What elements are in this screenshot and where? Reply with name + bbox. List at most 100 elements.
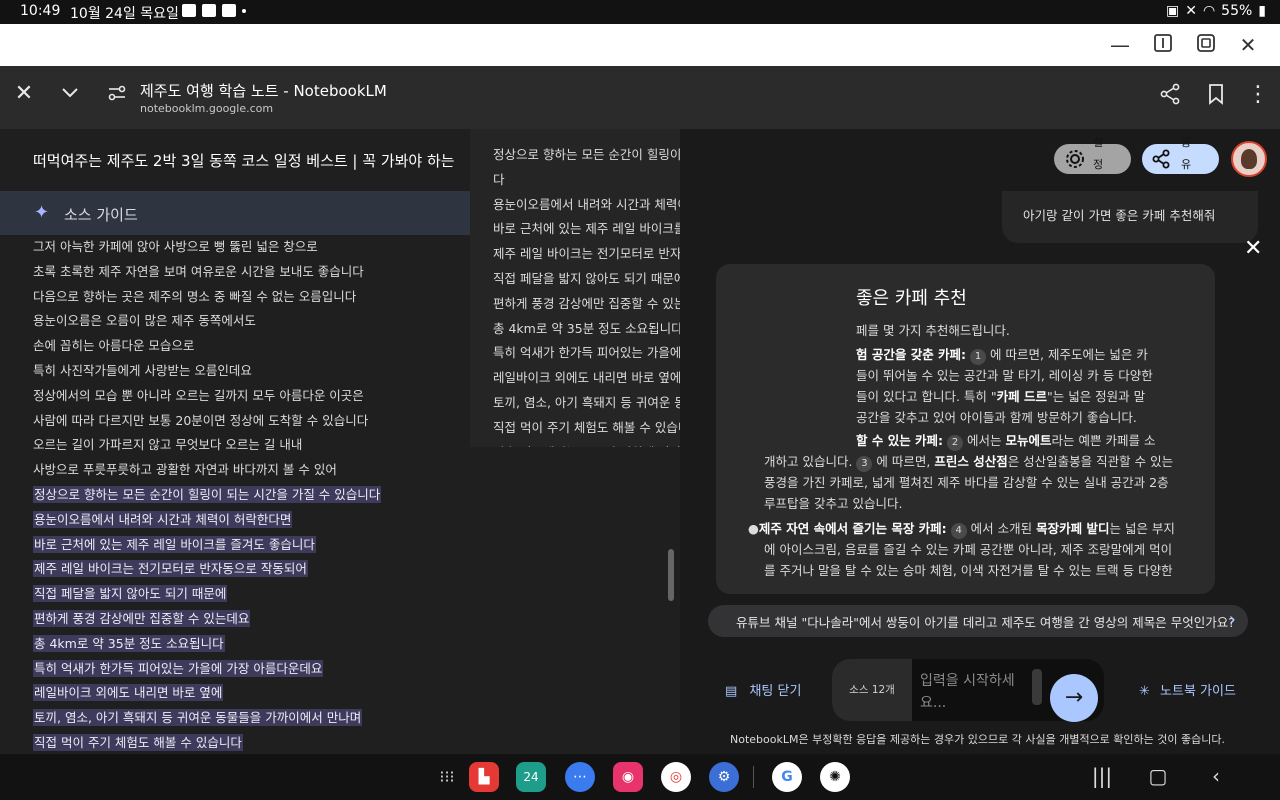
- send-button[interactable]: →: [1050, 674, 1098, 722]
- notebook-guide-button[interactable]: ✳ 노트북 가이드: [1139, 680, 1236, 699]
- site-settings-icon[interactable]: [103, 83, 131, 111]
- split-view-icon[interactable]: [1151, 33, 1175, 57]
- suggested-question[interactable]: 유튜브 채널 "다나솔라"에서 쌍둥이 아기를 데리고 제주도 여행을 간 영상…: [708, 605, 1248, 637]
- status-bar: 10:49 10월 24일 목요일 ▣ ✕ ◠ 55% ▮: [0, 0, 1280, 24]
- answer-bullet-3-line-2: 에 아이스크림, 음료를 즐길 수 있는 카페 공간뿐 아니라, 제주 조랑말에…: [764, 542, 1173, 557]
- source-line: 사방으로 푸릇푸릇하고 광활한 자연과 바다까지 볼 수 있어: [33, 458, 653, 483]
- answer-bullet-2-line-2: 개하고 있습니다. 3 에 따르면, 프린스 성산점은 성산일출봉을 직관할 수…: [764, 451, 1173, 472]
- source-line-text: 직접 먹이 주기 체험도 해볼 수 있습니다: [33, 733, 243, 751]
- source-line: 용눈이오름에서 내려와 시간과 체력이 허락한다면: [33, 508, 653, 533]
- avatar-image: [1241, 149, 1257, 169]
- bullet-3-text: 는 넓은 부지: [1109, 521, 1175, 536]
- source-count-badge[interactable]: 소스 12개: [832, 659, 912, 721]
- page-title: 제주도 여행 학습 노트 - NotebookLM: [140, 82, 387, 100]
- bullet-dot-icon: ●: [748, 521, 759, 536]
- flipboard-icon[interactable]: ▙: [469, 762, 499, 792]
- calendar-icon[interactable]: 24: [516, 762, 546, 792]
- close-citation-icon[interactable]: ✕: [1244, 236, 1262, 261]
- answer-bullet-3-line-3: 를 주거나 말을 탈 수 있는 승마 체험, 이색 자전거를 탈 수 있는 트랙…: [764, 563, 1173, 578]
- more-notifications-icon: [242, 8, 246, 13]
- answer-bullet-1-line-1: 험 공간을 갖춘 카페: 1 에 따르면, 제주도에는 넓은 카: [856, 344, 1148, 365]
- source-line: 정상으로 향하는 모든 순간이 힐링이 되는 시간을 가질 수 있습니다: [33, 483, 653, 508]
- source-line-text: 제주 레일 바이크는 전기모터로 반자동으로 작동되어: [33, 560, 308, 578]
- source-line-text: 특히 억새가 한가득 피어있는 가을에 가장 아름다운데요: [33, 659, 324, 677]
- answer-bullet-1-line-3: 들이 있다고 합니다. 특히 "카페 드르"는 넓은 정원과 말: [856, 386, 1145, 407]
- source-line-text: 용눈이오름에서 내려와 시간과 체력이 허락한다면: [33, 510, 293, 528]
- more-options-icon[interactable]: ⋮: [1244, 83, 1272, 111]
- page-url[interactable]: notebooklm.google.com: [140, 102, 273, 115]
- chatgpt-icon[interactable]: ✺: [820, 762, 850, 792]
- chat-input-placeholder[interactable]: 입력을 시작하세요...: [920, 670, 1030, 714]
- bullet-2-title: 할 수 있는 카페:: [856, 433, 944, 448]
- battery-icon: ▮: [1258, 3, 1266, 19]
- source-line: 특히 억새가 한가득 피어있는 가을에 가장 아름다운데요: [33, 657, 653, 682]
- settings-app-icon[interactable]: ⚙: [709, 762, 739, 792]
- share-notebook-button[interactable]: 공유: [1142, 136, 1219, 174]
- close-window-icon[interactable]: ✕: [1236, 33, 1260, 57]
- back-icon[interactable]: ‹: [1204, 764, 1228, 788]
- user-message: 아기랑 같이 가면 좋은 카페 추천해줘: [1002, 191, 1258, 243]
- youtube-icon: [222, 4, 236, 17]
- share-icon[interactable]: [1156, 83, 1184, 111]
- source-line-text: 사람에 따라 다르지만 보통 20분이면 정상에 도착할 수 있습니다: [33, 412, 369, 428]
- source-line: 바로 근처에 있는 제주 레일 바이크를 즐겨도 좋습니다: [33, 533, 653, 558]
- minimize-icon[interactable]: —: [1108, 33, 1132, 57]
- source-guide-label: 소스 가이드: [64, 206, 138, 224]
- sparkle-icon: ✦: [34, 202, 50, 223]
- source-line: 제주 레일 바이크는 전기모터로 반자동으로 작동되어: [33, 557, 653, 582]
- status-date: 10월 24일 목요일: [70, 6, 179, 22]
- google-icon[interactable]: G: [772, 762, 802, 792]
- bookmark-icon[interactable]: [1202, 83, 1230, 111]
- source-guide-toggle[interactable]: ✦ 소스 가이드: [0, 191, 470, 235]
- source-line-text: 레일바이크 외에도 내리면 바로 옆에: [33, 684, 224, 702]
- bullet-2-text: 개하고 있습니다.: [764, 454, 853, 469]
- bullet-1-title: 험 공간을 갖춘 카페:: [856, 347, 967, 362]
- gear-icon: [1064, 148, 1086, 174]
- source-line-text: 손에 꼽히는 아름다운 모습으로: [33, 338, 195, 354]
- browser-toolbar: ✕ 제주도 여행 학습 노트 - NotebookLM notebooklm.g…: [0, 66, 1280, 129]
- battery-level: 55%: [1221, 3, 1253, 19]
- app-drawer-icon[interactable]: ⁝⁝⁝: [432, 762, 462, 792]
- bullet-2-text: 에 따르면,: [876, 454, 935, 469]
- source-scrollbar[interactable]: [668, 549, 674, 601]
- answer-bullet-2-line-3: 풍경을 가진 카페로, 넓게 펼쳐진 제주 바다를 감상할 수 있는 실내 공간…: [764, 475, 1169, 490]
- dock-divider: [753, 766, 754, 788]
- source-line: 총 4km로 약 35분 정도 소요됩니다: [33, 632, 653, 657]
- chrome-icon[interactable]: ◎: [661, 762, 691, 792]
- citation-badge[interactable]: 1: [970, 349, 987, 365]
- bullet-3-title: 제주 자연 속에서 즐기는 목장 카페:: [758, 521, 947, 536]
- maximize-icon[interactable]: [1194, 33, 1218, 57]
- source-line-text: 토끼, 염소, 아기 흑돼지 등 귀여운 동물들을 가까이에서 만나며: [33, 709, 363, 727]
- chat-panel: 설정 공유 아기랑 같이 가면 좋은 카페 추천해줘 ✕ 좋은 카페 추천 페를…: [680, 129, 1280, 754]
- suggested-question-text: 유튜브 채널 "다나솔라"에서 쌍둥이 아기를 데리고 제주도 여행을 간 영상…: [736, 615, 1235, 630]
- source-line-text: 정상으로 향하는 모든 순간이 힐링이 되는 시간을 가질 수 있습니다: [33, 485, 382, 503]
- citation-badge[interactable]: 4: [950, 523, 967, 539]
- settings-label: 설정: [1092, 136, 1104, 171]
- citation-badge[interactable]: 3: [856, 456, 873, 472]
- citation-badge[interactable]: 2: [947, 435, 964, 451]
- camera-icon[interactable]: ◉: [613, 762, 643, 792]
- wifi-icon: ◠: [1202, 3, 1216, 19]
- bullet-1-text: 들이 있다고 합니다. 특히 ": [856, 389, 997, 404]
- source-line-text: 오르는 길이 가파르지 않고 무엇보다 오르는 길 내내: [33, 437, 303, 453]
- system-navbar: ⁝⁝⁝ ▙ 24 ⋯ ◉ ◎ ⚙ G ✺ ||| ▢ ‹: [0, 754, 1280, 800]
- source-line: 편하게 풍경 감상에만 집중할 수 있는데요: [33, 607, 653, 632]
- source-line-text: 초록 초록한 제주 자연을 보며 여유로운 시간을 보내도 좋습니다: [33, 263, 364, 279]
- home-icon[interactable]: ▢: [1146, 764, 1170, 788]
- recent-apps-icon[interactable]: |||: [1090, 764, 1114, 788]
- close-tab-icon[interactable]: ✕: [10, 82, 38, 110]
- answer-bullet-1-line-4: 공간을 갖추고 있어 아이들과 함께 방문하기 좋습니다.: [856, 410, 1137, 425]
- source-line-text: 직접 페달을 밟지 않아도 되기 때문에: [33, 585, 228, 603]
- settings-button[interactable]: 설정: [1054, 136, 1131, 174]
- messages-icon[interactable]: ⋯: [565, 762, 595, 792]
- share-nodes-icon: [1150, 148, 1172, 174]
- close-chat-label: 채팅 닫기: [749, 684, 802, 699]
- chevron-right-icon[interactable]: ›: [1229, 609, 1236, 630]
- avatar[interactable]: [1231, 141, 1267, 177]
- bullet-1-text: 에 따르면, 제주도에는 넓은 카: [990, 347, 1148, 362]
- cafe-name: 목장카페 밭디: [1036, 521, 1110, 536]
- gallery-icon: [182, 4, 196, 17]
- arrow-right-icon: →: [1064, 685, 1084, 710]
- chevron-down-icon[interactable]: [56, 82, 84, 110]
- close-chat-button[interactable]: ▤ 채팅 닫기: [725, 680, 801, 699]
